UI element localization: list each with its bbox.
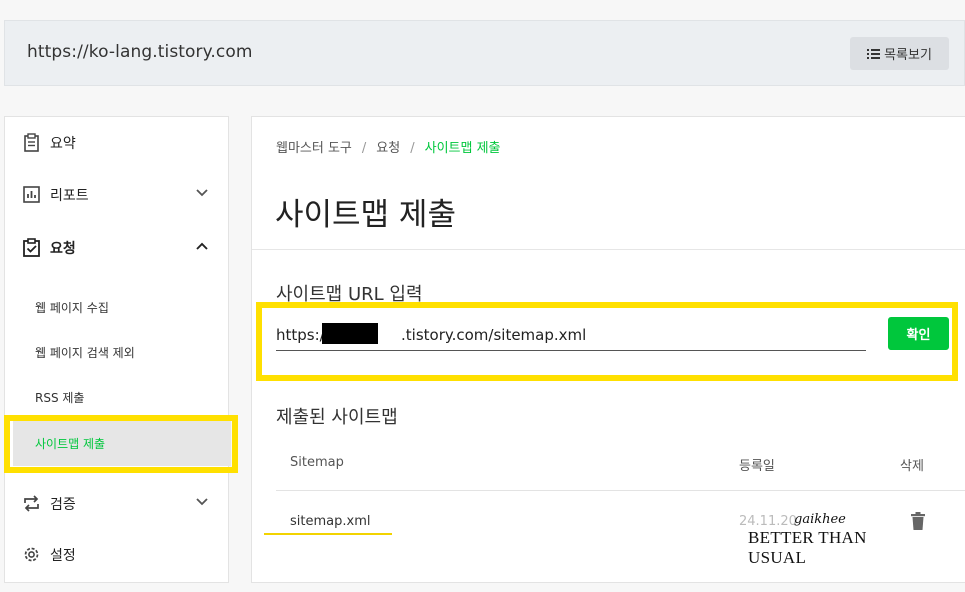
list-view-label: 목록보기 (884, 48, 932, 63)
highlight-box (4, 415, 238, 473)
sidebar-item-verify[interactable]: 검증 (5, 488, 228, 518)
submitted-section-title: 제출된 사이트맵 (276, 407, 398, 428)
breadcrumb: 웹마스터 도구 / 요청 / 사이트맵 제출 (276, 141, 501, 156)
list-view-button[interactable]: 목록보기 (850, 37, 949, 70)
site-url[interactable]: https://ko-lang.tistory.com (27, 42, 253, 62)
highlight-box (256, 302, 958, 381)
sub-item-label: 웹 페이지 검색 제외 (35, 346, 135, 360)
gear-icon (24, 547, 39, 562)
column-header-sitemap: Sitemap (290, 455, 344, 470)
sidebar-item-settings[interactable]: 설정 (5, 539, 228, 569)
list-icon (867, 48, 881, 59)
sidebar-item-label: 리포트 (50, 188, 89, 204)
table-divider (276, 490, 965, 491)
sub-item-page-collect[interactable]: 웹 페이지 수집 (5, 295, 228, 319)
breadcrumb-item[interactable]: 웹마스터 도구 (276, 141, 352, 156)
chevron-up-icon (196, 242, 208, 250)
sitemap-name[interactable]: sitemap.xml (290, 514, 370, 529)
sidebar-item-request[interactable]: 요청 (5, 232, 228, 262)
chevron-down-icon (196, 498, 208, 506)
clipboard-icon (24, 133, 39, 152)
bar-chart-icon (23, 186, 40, 203)
sub-item-label: RSS 제출 (35, 391, 85, 405)
sub-item-rss-submit[interactable]: RSS 제출 (5, 385, 228, 409)
column-header-delete: 삭제 (900, 459, 924, 474)
sub-item-page-exclude[interactable]: 웹 페이지 검색 제외 (5, 340, 228, 364)
swap-arrows-icon (24, 495, 39, 512)
clipboard-check-icon (23, 238, 40, 257)
watermark-script: gaikhee (794, 512, 846, 527)
chevron-down-icon (196, 189, 208, 197)
page-title: 사이트맵 제출 (275, 197, 456, 233)
breadcrumb-item[interactable]: 요청 (376, 141, 400, 156)
sidebar-item-summary[interactable]: 요약 (5, 127, 228, 157)
underline-mark (264, 533, 392, 535)
watermark-text: BETTER THAN USUAL (748, 528, 867, 567)
column-header-date: 등록일 (739, 459, 775, 474)
watermark: gaikhee BETTER THAN USUAL (748, 512, 918, 567)
sidebar-item-label: 요약 (50, 136, 76, 152)
divider (252, 249, 965, 250)
sub-item-label: 웹 페이지 수집 (35, 301, 109, 315)
sidebar-item-label: 검증 (50, 497, 76, 513)
sidebar-item-label: 요청 (50, 241, 76, 257)
sidebar: 요약 리포트 요청 웹 페이지 수집 웹 페이지 검색 제외 RSS 제출 사이… (4, 116, 231, 583)
top-bar: https://ko-lang.tistory.com 목록보기 (4, 20, 965, 86)
breadcrumb-current: 사이트맵 제출 (424, 141, 501, 156)
sidebar-item-report[interactable]: 리포트 (5, 179, 228, 209)
sidebar-item-label: 설정 (50, 548, 76, 564)
main-panel: 웹마스터 도구/요청/사이트맵 제출 사이트맵 제출 사이트맵 URL 입력 확… (251, 116, 965, 583)
